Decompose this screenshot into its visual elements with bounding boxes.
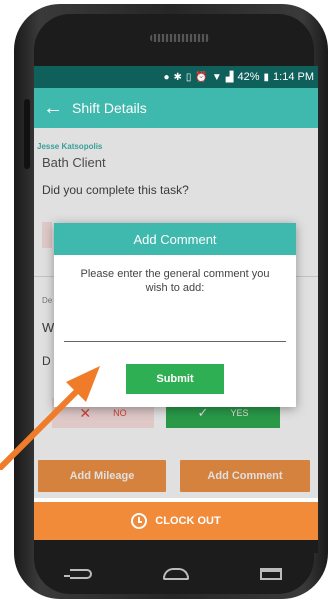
clock-out-label: CLOCK OUT	[155, 515, 221, 527]
back-nav-icon[interactable]	[63, 569, 92, 579]
dialog-message: Please enter the general comment you wis…	[80, 268, 270, 294]
vibrate-icon: ▯	[185, 71, 192, 83]
arrow-left-icon[interactable]: ←	[34, 97, 72, 120]
speaker-grille	[150, 34, 210, 42]
clock-out-button[interactable]: CLOCK OUT	[34, 502, 318, 540]
alarm-icon: ⏰	[195, 71, 208, 83]
screen-bottom-edge	[34, 540, 318, 553]
page-title: Shift Details	[72, 100, 147, 116]
dialog-title: Add Comment	[54, 223, 296, 255]
app-bar: ← Shift Details	[34, 88, 318, 128]
annotation-arrow-shaft	[0, 383, 85, 470]
comment-input[interactable]	[64, 316, 286, 342]
battery-icon: ▮	[263, 71, 270, 83]
home-nav-icon[interactable]	[162, 568, 189, 580]
status-time: 1:14 PM	[273, 71, 314, 83]
location-icon: ●	[163, 71, 170, 83]
recent-apps-icon[interactable]	[260, 568, 283, 580]
battery-percent: 42%	[237, 71, 260, 83]
clock-icon	[131, 513, 148, 529]
bluetooth-icon: ✱	[173, 71, 182, 83]
volume-button	[24, 99, 30, 169]
hardware-nav-bar	[34, 556, 318, 592]
screenshot-stage: ● ✱ ▯ ⏰ ▼ ▟ 42% ▮ 1:14 PM ← Shift Detail…	[0, 0, 336, 603]
status-bar: ● ✱ ▯ ⏰ ▼ ▟ 42% ▮ 1:14 PM	[34, 66, 318, 88]
annotation-arrow-icon	[0, 366, 100, 470]
signal-icon: ▟	[225, 71, 234, 83]
wifi-icon: ▼	[211, 71, 222, 83]
submit-button[interactable]: Submit	[126, 364, 224, 394]
phone-screen: ● ✱ ▯ ⏰ ▼ ▟ 42% ▮ 1:14 PM ← Shift Detail…	[34, 66, 318, 553]
